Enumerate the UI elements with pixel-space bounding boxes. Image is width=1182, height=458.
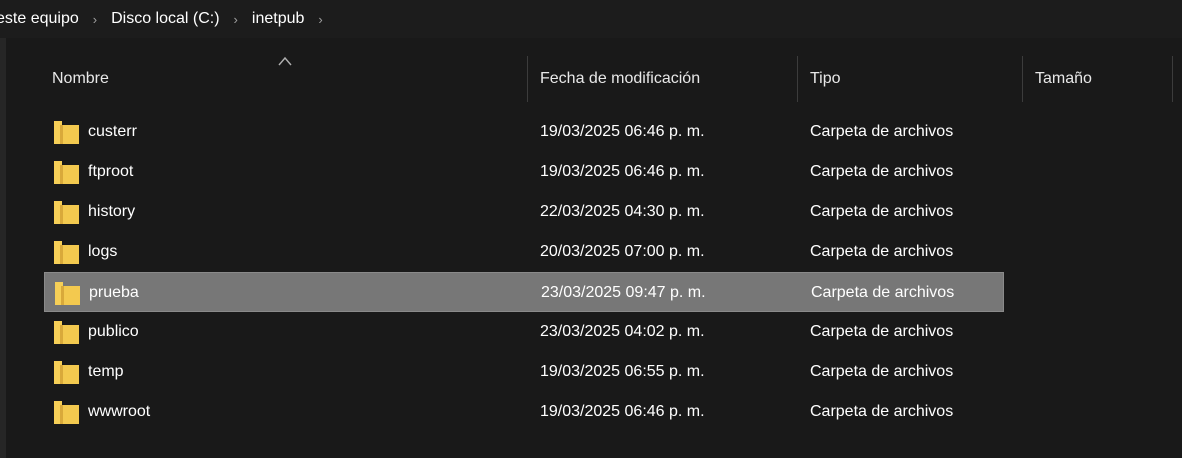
chevron-right-icon[interactable]: › <box>224 12 248 27</box>
column-header-date[interactable]: Fecha de modificación <box>540 38 795 120</box>
file-type: Carpeta de archivos <box>810 323 954 340</box>
breadcrumb-item-disco-local[interactable]: Disco local (C:) <box>107 10 223 28</box>
file-type: Carpeta de archivos <box>810 403 954 420</box>
folder-icon <box>54 321 79 344</box>
file-date: 19/03/2025 06:46 p. m. <box>540 163 705 180</box>
file-rows: custerr 19/03/2025 06:46 p. m. Carpeta d… <box>8 112 1182 432</box>
column-header-date-label: Fecha de modificación <box>540 70 701 87</box>
address-bar[interactable]: este equipo › Disco local (C:) › inetpub… <box>0 0 1182 38</box>
file-type: Carpeta de archivos <box>811 284 955 301</box>
file-type: Carpeta de archivos <box>810 243 954 260</box>
folder-icon <box>54 161 79 184</box>
folder-icon <box>54 121 79 144</box>
column-header-row: Nombre Fecha de modificación Tipo Tamaño <box>8 38 1182 120</box>
column-header-name[interactable]: Nombre <box>52 38 532 120</box>
column-header-size-label: Tamaño <box>1035 70 1092 87</box>
file-type: Carpeta de archivos <box>810 363 954 380</box>
file-row[interactable]: ftproot 19/03/2025 06:46 p. m. Carpeta d… <box>44 152 1004 192</box>
file-date: 23/03/2025 04:02 p. m. <box>540 323 705 340</box>
file-name: ftproot <box>88 163 134 180</box>
column-divider[interactable] <box>1022 56 1023 102</box>
folder-icon <box>54 401 79 424</box>
file-name: custerr <box>88 123 137 140</box>
file-row[interactable]: history 22/03/2025 04:30 p. m. Carpeta d… <box>44 192 1004 232</box>
file-name: temp <box>88 363 124 380</box>
folder-icon <box>55 282 80 305</box>
file-date: 20/03/2025 07:00 p. m. <box>540 243 705 260</box>
column-divider[interactable] <box>527 56 528 102</box>
file-row[interactable]: custerr 19/03/2025 06:46 p. m. Carpeta d… <box>44 112 1004 152</box>
column-header-type-label: Tipo <box>810 70 841 87</box>
navigation-pane-edge <box>0 38 6 458</box>
chevron-right-icon[interactable]: › <box>308 12 332 27</box>
chevron-up-icon <box>278 56 292 66</box>
file-row[interactable]: temp 19/03/2025 06:55 p. m. Carpeta de a… <box>44 352 1004 392</box>
breadcrumb: este equipo › Disco local (C:) › inetpub… <box>0 0 333 38</box>
file-name: history <box>88 203 136 220</box>
column-divider[interactable] <box>1172 56 1173 102</box>
file-row-selected[interactable]: prueba 23/03/2025 09:47 p. m. Carpeta de… <box>44 272 1004 312</box>
column-header-size[interactable]: Tamaño <box>1035 38 1170 120</box>
column-header-type[interactable]: Tipo <box>810 38 1020 120</box>
chevron-right-icon[interactable]: › <box>83 12 107 27</box>
file-name: wwwroot <box>88 403 151 420</box>
file-type: Carpeta de archivos <box>810 123 954 140</box>
folder-icon <box>54 201 79 224</box>
file-row[interactable]: publico 23/03/2025 04:02 p. m. Carpeta d… <box>44 312 1004 352</box>
file-type: Carpeta de archivos <box>810 203 954 220</box>
file-type: Carpeta de archivos <box>810 163 954 180</box>
file-date: 23/03/2025 09:47 p. m. <box>541 284 706 301</box>
file-name: logs <box>88 243 118 260</box>
folder-icon <box>54 361 79 384</box>
file-name: publico <box>88 323 139 340</box>
column-header-name-label: Nombre <box>52 70 109 87</box>
file-date: 19/03/2025 06:46 p. m. <box>540 403 705 420</box>
column-divider[interactable] <box>797 56 798 102</box>
file-date: 19/03/2025 06:55 p. m. <box>540 363 705 380</box>
file-name: prueba <box>89 284 139 301</box>
file-row[interactable]: wwwroot 19/03/2025 06:46 p. m. Carpeta d… <box>44 392 1004 432</box>
folder-icon <box>54 241 79 264</box>
file-date: 22/03/2025 04:30 p. m. <box>540 203 705 220</box>
breadcrumb-item-este-equipo[interactable]: este equipo <box>0 10 83 28</box>
file-row[interactable]: logs 20/03/2025 07:00 p. m. Carpeta de a… <box>44 232 1004 272</box>
file-list[interactable]: Nombre Fecha de modificación Tipo Tamaño… <box>8 38 1182 458</box>
breadcrumb-item-inetpub[interactable]: inetpub <box>248 10 309 28</box>
file-date: 19/03/2025 06:46 p. m. <box>540 123 705 140</box>
